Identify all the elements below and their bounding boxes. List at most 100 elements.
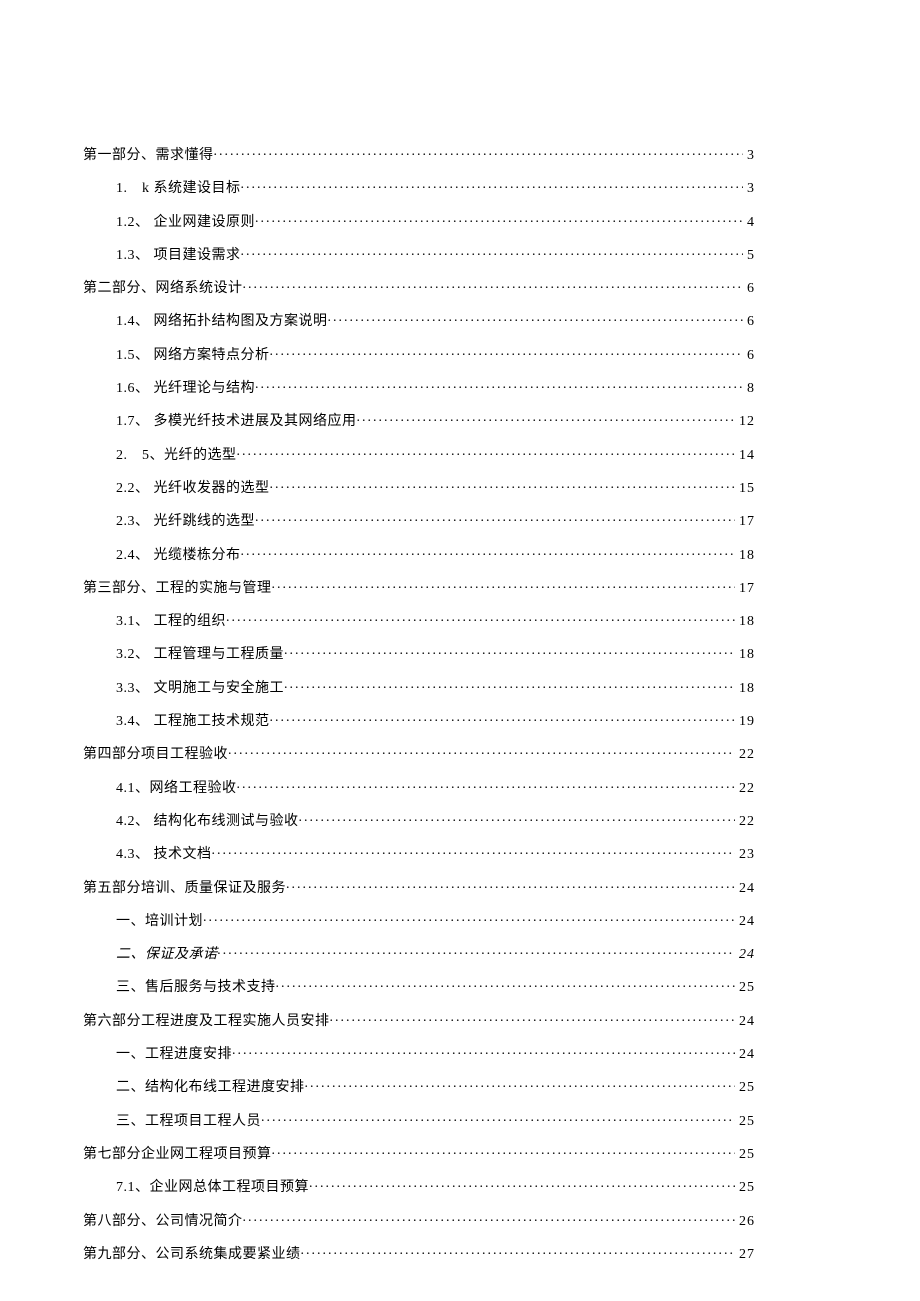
- toc-entry-page: 18: [735, 682, 755, 696]
- toc-entry: 2. 5、光纤的选型14: [83, 445, 755, 463]
- toc-entry: 7.1、企业网总体工程项目预算 25: [83, 1177, 755, 1195]
- toc-entry-page: 24: [735, 1015, 755, 1029]
- toc-leader-dots: [299, 811, 736, 825]
- toc-entry-page: 18: [735, 615, 755, 629]
- toc-leader-dots: [232, 1044, 735, 1058]
- toc-entry-page: 5: [743, 249, 755, 263]
- toc-entry-page: 25: [735, 1115, 755, 1129]
- toc-entry: 第三部分、工程的实施与管理 17: [83, 578, 755, 596]
- toc-leader-dots: [261, 1111, 735, 1125]
- toc-entry-label: 3.3、 文明施工与安全施工: [116, 682, 284, 696]
- toc-leader-dots: [270, 711, 736, 725]
- toc-entry-page: 12: [735, 415, 755, 429]
- table-of-contents: 第一部分、需求懂得31. k 系统建设目标31.2、 企业网建设原则41.3、 …: [83, 145, 755, 1262]
- toc-entry: 第四部分项目工程验收22: [83, 744, 755, 762]
- toc-entry: 3.4、 工程施工技术规范19: [83, 711, 755, 729]
- toc-entry: 一、培训计划24: [83, 911, 755, 929]
- toc-entry-page: 8: [743, 382, 755, 396]
- toc-leader-dots: [284, 644, 735, 658]
- toc-entry-label: 2.4、 光缆楼栋分布: [116, 549, 241, 563]
- toc-leader-dots: [272, 1144, 736, 1158]
- toc-entry-page: 6: [743, 349, 755, 363]
- toc-entry: 三、售后服务与技术支持 25: [83, 977, 755, 995]
- toc-entry-page: 24: [735, 915, 755, 929]
- toc-entry: 2.3、 光纤跳线的选型 17: [83, 511, 755, 529]
- toc-entry-label: 第四部分项目工程验收: [83, 748, 228, 762]
- toc-entry-page: 27: [735, 1248, 755, 1262]
- toc-leader-dots: [286, 878, 735, 892]
- toc-leader-dots: [218, 944, 736, 958]
- toc-entry: 三、工程项目工程人员 25: [83, 1111, 755, 1129]
- toc-entry-page: 25: [735, 981, 755, 995]
- toc-leader-dots: [305, 1077, 736, 1091]
- toc-entry-label: 第三部分、工程的实施与管理: [83, 582, 272, 596]
- toc-entry: 1.4、 网络拓扑结构图及方案说明6: [83, 311, 755, 329]
- toc-entry-page: 3: [743, 182, 755, 196]
- toc-entry-label: 第二部分、网络系统设计: [83, 282, 243, 296]
- toc-entry: 1.5、 网络方案特点分析6: [83, 345, 755, 363]
- toc-entry-label: 三、工程项目工程人员: [116, 1115, 261, 1129]
- toc-entry-page: 25: [735, 1181, 755, 1195]
- toc-entry: 1. k 系统建设目标3: [83, 178, 755, 196]
- toc-leader-dots: [237, 778, 736, 792]
- toc-entry-label: 二、保证及承诺: [116, 948, 218, 962]
- toc-leader-dots: [214, 145, 744, 159]
- toc-entry-label: 一、工程进度安排: [116, 1048, 232, 1062]
- toc-entry: 3.2、 工程管理与工程质量18: [83, 644, 755, 662]
- toc-entry-label: 1.3、 项目建设需求: [116, 249, 241, 263]
- toc-entry-label: 2.2、 光纤收发器的选型: [116, 482, 270, 496]
- toc-entry-label: 第七部分企业网工程项目预算: [83, 1148, 272, 1162]
- toc-entry-label: 4.1、网络工程验收: [116, 782, 237, 796]
- toc-entry-label: 2.3、 光纤跳线的选型: [116, 515, 255, 529]
- toc-entry-label: 1.4、 网络拓扑结构图及方案说明: [116, 315, 328, 329]
- toc-leader-dots: [255, 212, 743, 226]
- toc-entry-page: 24: [735, 948, 755, 962]
- toc-entry-page: 17: [735, 582, 755, 596]
- toc-leader-dots: [241, 245, 744, 259]
- toc-entry-label: 第一部分、需求懂得: [83, 149, 214, 163]
- toc-entry: 1.3、 项目建设需求 5: [83, 245, 755, 263]
- toc-leader-dots: [241, 178, 744, 192]
- toc-entry-page: 14: [735, 449, 755, 463]
- toc-leader-dots: [328, 311, 744, 325]
- toc-leader-dots: [270, 345, 744, 359]
- toc-entry-label: 二、结构化布线工程进度安排: [116, 1081, 305, 1095]
- toc-entry-page: 22: [735, 782, 755, 796]
- toc-entry-page: 6: [743, 282, 755, 296]
- toc-entry-label: 4.2、 结构化布线测试与验收: [116, 815, 299, 829]
- toc-entry-label: 7.1、企业网总体工程项目预算: [116, 1181, 309, 1195]
- toc-leader-dots: [203, 911, 735, 925]
- toc-entry: 第八部分、公司情况简介26: [83, 1211, 755, 1229]
- toc-entry-page: 25: [735, 1148, 755, 1162]
- toc-entry-page: 26: [735, 1215, 755, 1229]
- toc-entry: 二、保证及承诺 24: [83, 944, 755, 962]
- toc-entry: 第二部分、网络系统设计 6: [83, 278, 755, 296]
- toc-leader-dots: [237, 445, 736, 459]
- toc-entry-page: 3: [743, 149, 755, 163]
- toc-entry-page: 24: [735, 1048, 755, 1062]
- toc-leader-dots: [226, 611, 735, 625]
- toc-leader-dots: [212, 844, 736, 858]
- toc-entry-page: 4: [743, 216, 755, 230]
- toc-leader-dots: [243, 278, 744, 292]
- toc-leader-dots: [309, 1177, 735, 1191]
- toc-leader-dots: [272, 578, 736, 592]
- toc-entry-label: 第五部分培训、质量保证及服务: [83, 882, 286, 896]
- toc-entry-page: 17: [735, 515, 755, 529]
- toc-entry: 2.2、 光纤收发器的选型15: [83, 478, 755, 496]
- toc-entry: 3.3、 文明施工与安全施工 18: [83, 678, 755, 696]
- toc-leader-dots: [255, 378, 743, 392]
- toc-entry: 第六部分工程进度及工程实施人员安排 24: [83, 1011, 755, 1029]
- toc-leader-dots: [228, 744, 735, 758]
- toc-entry: 1.6、 光纤理论与结构8: [83, 378, 755, 396]
- toc-entry-label: 第六部分工程进度及工程实施人员安排: [83, 1015, 330, 1029]
- toc-entry: 第九部分、公司系统集成要紧业绩27: [83, 1244, 755, 1262]
- toc-leader-dots: [270, 478, 736, 492]
- document-page: 第一部分、需求懂得31. k 系统建设目标31.2、 企业网建设原则41.3、 …: [0, 0, 920, 1262]
- toc-entry-page: 23: [735, 848, 755, 862]
- toc-leader-dots: [301, 1244, 736, 1258]
- toc-entry-label: 3.4、 工程施工技术规范: [116, 715, 270, 729]
- toc-entry-label: 三、售后服务与技术支持: [116, 981, 276, 995]
- toc-leader-dots: [330, 1011, 736, 1025]
- toc-entry-label: 4.3、 技术文档: [116, 848, 212, 862]
